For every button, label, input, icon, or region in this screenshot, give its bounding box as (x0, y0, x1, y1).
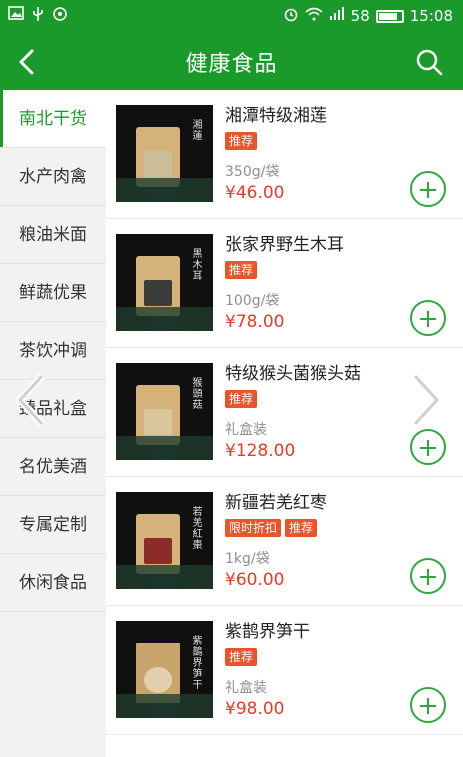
product-price: ¥46.00 (225, 183, 285, 203)
product-image-calligraphy: 紫鵲界笋干 (190, 635, 201, 690)
previous-page-button[interactable] (14, 372, 50, 428)
battery-icon (375, 9, 404, 23)
product-card[interactable]: 紫鵲界笋干 紫鹊界笋干 推荐 礼盒装 ¥98.00 (106, 606, 463, 735)
search-button[interactable] (413, 46, 445, 78)
product-image-leaf (116, 307, 213, 331)
recommend-tag: 推荐 (225, 261, 258, 279)
product-name[interactable]: 湘潭特级湘莲 (225, 101, 327, 126)
product-image-leaf (116, 565, 213, 589)
product-image-leaf (116, 694, 213, 718)
chevron-right-icon (412, 373, 441, 427)
product-image-calligraphy: 猴頭菇 (190, 377, 201, 410)
product-image-calligraphy: 湘蓮 (190, 119, 201, 141)
product-card[interactable]: 黑木耳 张家界野生木耳 推荐 100g/袋 ¥78.00 (106, 219, 463, 348)
product-tags: 推荐 (225, 390, 258, 408)
product-tags: 推荐 (225, 261, 258, 279)
sidebar-item-xianshu-youguo[interactable]: 鲜蔬优果 (0, 264, 106, 322)
add-to-cart-button[interactable] (410, 171, 446, 207)
recommend-tag: 推荐 (225, 132, 258, 150)
product-name[interactable]: 特级猴头菌猴头菇 (225, 359, 361, 384)
product-tags: 限时折扣 推荐 (225, 519, 318, 537)
recommend-tag: 推荐 (225, 648, 258, 666)
product-card[interactable]: 若羌紅棗 新疆若羌红枣 限时折扣 推荐 1kg/袋 ¥60.00 (106, 477, 463, 606)
recommend-tag: 推荐 (225, 390, 258, 408)
product-spec: 1kg/袋 (225, 551, 270, 567)
product-price: ¥98.00 (225, 699, 285, 719)
product-image[interactable]: 湘蓮 (116, 105, 213, 202)
chevron-left-icon (16, 373, 45, 427)
product-tags: 推荐 (225, 132, 258, 150)
product-tags: 推荐 (225, 648, 258, 666)
product-image[interactable]: 猴頭菇 (116, 363, 213, 460)
status-left (8, 6, 68, 26)
alarm-icon (283, 6, 299, 26)
product-spec: 礼盒装 (225, 680, 267, 696)
add-to-cart-button[interactable] (410, 300, 446, 336)
page-title: 健康食品 (185, 52, 278, 77)
product-image-calligraphy: 黑木耳 (190, 248, 201, 281)
product-name[interactable]: 新疆若羌红枣 (225, 488, 327, 513)
sidebar-item-shuichan-rouqin[interactable]: 水产肉禽 (0, 148, 106, 206)
product-name[interactable]: 紫鹊界笋干 (225, 617, 310, 642)
next-page-button[interactable] (407, 372, 443, 428)
sidebar-item-liangyou-mimian[interactable]: 粮油米面 (0, 206, 106, 264)
recommend-tag: 推荐 (285, 519, 318, 537)
status-time: 15:08 (409, 7, 453, 25)
usb-icon (32, 6, 44, 26)
product-price: ¥128.00 (225, 441, 296, 461)
product-spec: 350g/袋 (225, 164, 280, 180)
product-image-calligraphy: 若羌紅棗 (190, 506, 201, 550)
add-to-cart-button[interactable] (410, 687, 446, 723)
image-icon (8, 6, 24, 26)
product-spec: 100g/袋 (225, 293, 280, 309)
product-image-leaf (116, 436, 213, 460)
product-image-leaf (116, 178, 213, 202)
status-right: 58 15:08 (283, 6, 453, 26)
signal-icon (329, 7, 345, 25)
app-bar: 健康食品 (0, 34, 463, 90)
product-image[interactable]: 若羌紅棗 (116, 492, 213, 589)
sidebar-item-xiuxian-shipin[interactable]: 休闲食品 (0, 554, 106, 612)
add-to-cart-button[interactable] (410, 558, 446, 594)
settings-icon (52, 6, 68, 26)
product-spec: 礼盒装 (225, 422, 267, 438)
signal-label: 58 (350, 7, 370, 25)
sidebar-item-mingyou-meijiu[interactable]: 名优美酒 (0, 438, 106, 496)
product-image[interactable]: 黑木耳 (116, 234, 213, 331)
product-price: ¥60.00 (225, 570, 285, 590)
discount-tag: 限时折扣 (225, 519, 282, 537)
product-name[interactable]: 张家界野生木耳 (225, 230, 344, 255)
product-image[interactable]: 紫鵲界笋干 (116, 621, 213, 718)
sidebar-item-nanbei-ganhuo[interactable]: 南北干货 (0, 90, 106, 148)
add-to-cart-button[interactable] (410, 429, 446, 465)
status-bar: 58 15:08 (0, 0, 463, 34)
search-icon (416, 49, 443, 76)
sidebar-item-zhuanshu-dingzhi[interactable]: 专属定制 (0, 496, 106, 554)
product-card[interactable]: 湘蓮 湘潭特级湘莲 推荐 350g/袋 ¥46.00 (106, 90, 463, 219)
product-price: ¥78.00 (225, 312, 285, 332)
wifi-icon (305, 7, 323, 25)
